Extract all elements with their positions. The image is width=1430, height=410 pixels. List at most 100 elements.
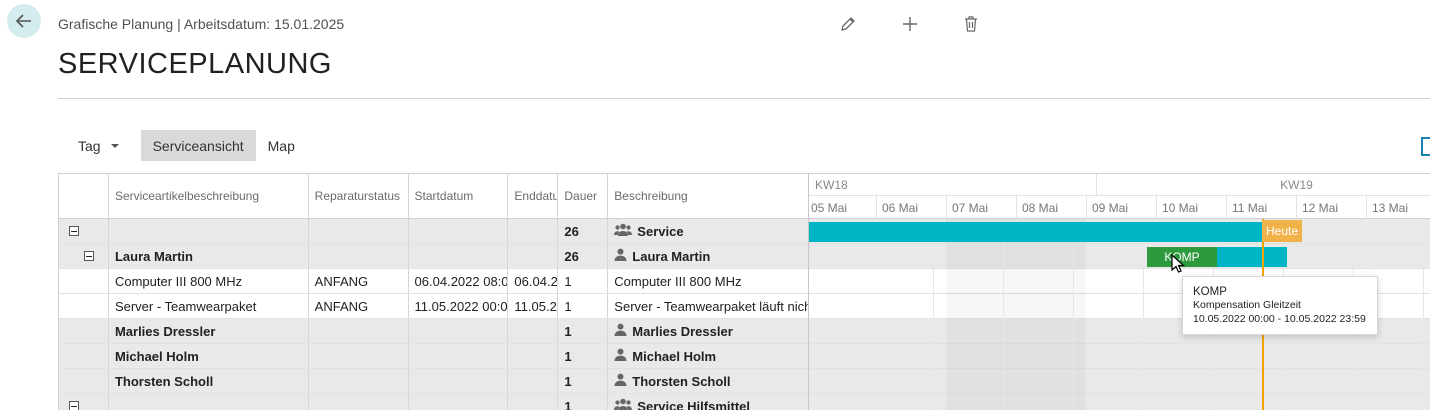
tooltip-range: 10.05.2022 00:00 - 10.05.2022 23:59: [1193, 312, 1366, 325]
col-header-description[interactable]: Serviceartikelbeschreibung: [109, 174, 309, 218]
table-row[interactable]: Computer III 800 MHz ANFANG 06.04.2022 08:…: [59, 269, 808, 294]
group-row[interactable]: 1 Service Hilfsmittel: [59, 394, 808, 410]
view-select[interactable]: Tag: [66, 130, 131, 161]
start-date-cell: 06.04.2022 08:00: [409, 269, 509, 293]
start-date-cell: [409, 244, 509, 268]
gantt-column-line: [1423, 219, 1424, 410]
col-header-start[interactable]: Startdatum: [409, 174, 509, 218]
duration-cell: 1: [558, 269, 609, 293]
start-date-cell: [409, 319, 509, 343]
remark-cell: Service: [608, 219, 808, 243]
description-cell: Server - Teamwearpaket: [109, 294, 309, 318]
description-cell: Michael Holm: [109, 344, 309, 368]
duration-cell: 1: [558, 344, 609, 368]
col-header-status[interactable]: Reparaturstatus: [309, 174, 409, 218]
group-row[interactable]: 26 Service: [59, 219, 808, 244]
remark-cell: Thorsten Scholl: [608, 369, 808, 393]
collapse-toggle-icon[interactable]: [69, 401, 79, 410]
description-cell: [109, 219, 309, 243]
remark-text: Laura Martin: [632, 248, 711, 264]
status-cell: [309, 244, 409, 268]
group-row[interactable]: Laura Martin 26 Laura Martin: [59, 244, 808, 269]
gantt-column-line: [1073, 219, 1074, 410]
duration-cell: 1: [558, 294, 609, 318]
toggle-cell: [59, 269, 109, 293]
header-toggle-col: [59, 174, 109, 218]
service-bar[interactable]: [809, 222, 1264, 242]
toggle-cell: [59, 344, 109, 368]
remark-text: Michael Holm: [632, 348, 717, 364]
gantt-row: [809, 369, 1430, 394]
remark-text: Marlies Dressler: [632, 323, 733, 339]
week-label: KW19: [1096, 174, 1430, 196]
grid-header: Serviceartikelbeschreibung Reparaturstat…: [59, 174, 808, 219]
map-button[interactable]: Map: [256, 130, 307, 161]
duration-cell: 1: [558, 394, 609, 410]
remark-cell: Service Hilfsmittel: [608, 394, 808, 410]
toggle-cell: [59, 319, 109, 343]
start-date-cell: 11.05.2022 00:00: [409, 294, 509, 318]
day-label: 12 Mai: [1296, 196, 1366, 219]
gantt-column-line: [933, 219, 934, 410]
arrow-left-icon: [15, 14, 31, 28]
day-label: 06 Mai: [876, 196, 946, 219]
day-label: 11 Mai: [1226, 196, 1296, 219]
toggle-cell: [59, 244, 109, 268]
end-date-cell: [508, 219, 559, 243]
start-date-cell: [409, 369, 509, 393]
today-label: Heute: [1262, 220, 1303, 242]
gantt-row: [809, 344, 1430, 369]
header-divider: [58, 98, 1430, 99]
status-cell: [309, 344, 409, 368]
gantt-column-line: [1003, 219, 1004, 410]
group-row[interactable]: Thorsten Scholl 1 Thorsten Scholl: [59, 369, 808, 394]
col-header-desc[interactable]: Beschreibung: [608, 174, 808, 218]
day-label: 05 Mai: [811, 201, 848, 215]
back-button[interactable]: [7, 4, 41, 38]
view-select-label: Tag: [78, 137, 101, 154]
add-button[interactable]: [898, 12, 922, 36]
remark-text: Computer III 800 MHz: [614, 273, 742, 289]
day-label: 09 Mai: [1086, 196, 1156, 219]
day-label: 08 Mai: [1016, 196, 1086, 219]
remark-text: Service: [637, 223, 684, 239]
group-row[interactable]: Michael Holm 1 Michael Holm: [59, 344, 808, 369]
group-row[interactable]: Marlies Dressler 1 Marlies Dressler: [59, 319, 808, 344]
end-date-cell: 11.05.2022: [508, 294, 559, 318]
service-view-button[interactable]: Serviceansicht: [140, 130, 256, 161]
status-cell: [309, 219, 409, 243]
edit-button[interactable]: [836, 12, 860, 36]
person-icon: [614, 373, 627, 389]
table-row[interactable]: Server - Teamwearpaket ANFANG 11.05.2022 0…: [59, 294, 808, 319]
gantt-week-header: KW18 KW19: [809, 174, 1430, 196]
gantt-column-line: [1143, 219, 1144, 410]
end-date-cell: [508, 394, 559, 410]
col-header-end[interactable]: Enddatum: [508, 174, 559, 218]
collapse-toggle-icon[interactable]: [69, 226, 79, 236]
appointment-bar[interactable]: [1217, 247, 1287, 267]
col-header-duration[interactable]: Dauer: [558, 174, 609, 218]
delete-button[interactable]: [959, 12, 983, 36]
description-cell: Thorsten Scholl: [109, 369, 309, 393]
toggle-cell: [59, 219, 109, 243]
week-label: KW18: [815, 178, 848, 192]
description-cell: Laura Martin: [109, 244, 309, 268]
remark-text: Service Hilfsmittel: [637, 398, 751, 410]
status-cell: [309, 394, 409, 410]
trash-icon: [965, 16, 977, 32]
status-cell: [309, 319, 409, 343]
panel-icon[interactable]: [1421, 137, 1430, 156]
bar-tooltip: KOMP Kompensation Gleitzeit 10.05.2022 00:…: [1182, 276, 1378, 335]
remark-cell: Marlies Dressler: [608, 319, 808, 343]
end-date-cell: 06.04.2022: [508, 269, 559, 293]
end-date-cell: [508, 319, 559, 343]
start-date-cell: [409, 219, 509, 243]
collapse-toggle-icon[interactable]: [84, 251, 94, 261]
page-title: SERVICEPLANUNG: [58, 48, 332, 80]
plus-icon: [903, 17, 917, 31]
duration-cell: 1: [558, 369, 609, 393]
duration-cell: 1: [558, 319, 609, 343]
remark-text: Thorsten Scholl: [632, 373, 731, 389]
end-date-cell: [508, 344, 559, 368]
gantt-day-header: 05 Mai 06 Mai 07 Mai 08 Mai 09 Mai 10 Mai 11 M…: [809, 196, 1430, 219]
